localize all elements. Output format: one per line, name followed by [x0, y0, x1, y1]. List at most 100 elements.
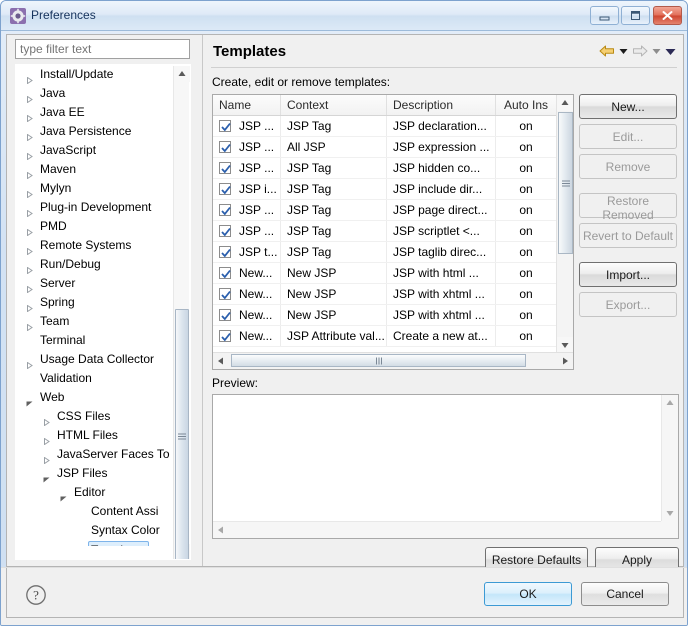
revert-to-default-button: Revert to Default: [579, 223, 677, 248]
tree-item-templates[interactable]: Templates: [16, 540, 175, 546]
tree-item-label: JavaServer Faces To: [57, 445, 170, 464]
tree-item-javaserver-faces-to[interactable]: JavaServer Faces To: [16, 445, 175, 464]
chevron-right-icon[interactable]: [26, 223, 33, 230]
chevron-right-icon[interactable]: [26, 242, 33, 249]
chevron-right-icon[interactable]: [26, 318, 33, 325]
table-row[interactable]: JSP ...All JSPJSP expression ...on: [213, 137, 557, 158]
back-dropdown-icon[interactable]: [618, 43, 629, 59]
preview-scroll-down-icon[interactable]: [662, 505, 678, 521]
tree-item-web[interactable]: Web: [16, 388, 175, 407]
forward-dropdown-icon[interactable]: [651, 43, 662, 59]
preview-scroll-left-icon[interactable]: [213, 522, 229, 538]
chevron-right-icon[interactable]: [26, 299, 33, 306]
chevron-right-icon[interactable]: [26, 204, 33, 211]
chevron-right-icon[interactable]: [26, 128, 33, 135]
table-row[interactable]: New...JSP Attribute val...Create a new a…: [213, 326, 557, 347]
tree-item-javascript[interactable]: JavaScript: [16, 141, 175, 160]
import-button[interactable]: Import...: [579, 262, 677, 287]
tree-item-css-files[interactable]: CSS Files: [16, 407, 175, 426]
chevron-down-icon[interactable]: [60, 489, 67, 496]
table-horizontal-scrollbar[interactable]: [213, 352, 573, 369]
tree-scroll-up-icon[interactable]: [174, 66, 190, 82]
tree-items-container: Install/UpdateJavaJava EEJava Persistenc…: [16, 65, 175, 546]
tree-item-editor[interactable]: Editor: [16, 483, 175, 502]
tree-item-maven[interactable]: Maven: [16, 160, 175, 179]
chevron-right-icon[interactable]: [26, 280, 33, 287]
tree-item-java[interactable]: Java: [16, 84, 175, 103]
cell-context: JSP Tag: [281, 221, 387, 241]
chevron-right-icon[interactable]: [26, 109, 33, 116]
table-row[interactable]: JSP t...JSP TagJSP taglib direc...on: [213, 242, 557, 263]
column-header-name[interactable]: Name: [213, 95, 281, 115]
tree-item-label: Java EE: [40, 103, 85, 122]
table-scroll-up-icon[interactable]: [557, 95, 573, 111]
chevron-right-icon[interactable]: [26, 90, 33, 97]
cancel-button[interactable]: Cancel: [581, 582, 669, 606]
column-header-context[interactable]: Context: [281, 95, 387, 115]
view-menu-icon[interactable]: [664, 43, 677, 59]
column-header-description[interactable]: Description: [387, 95, 496, 115]
minimize-button[interactable]: [590, 6, 619, 25]
back-arrow-icon[interactable]: [598, 43, 616, 59]
tree-item-html-files[interactable]: HTML Files: [16, 426, 175, 445]
tree-item-pmd[interactable]: PMD: [16, 217, 175, 236]
forward-arrow-icon[interactable]: [631, 43, 649, 59]
tree-vertical-scrollbar[interactable]: [173, 66, 189, 560]
preview-scroll-up-icon[interactable]: [662, 395, 678, 411]
tree-item-team[interactable]: Team: [16, 312, 175, 331]
chevron-down-icon[interactable]: [26, 394, 33, 401]
table-row[interactable]: New...New JSPJSP with html ...on: [213, 263, 557, 284]
table-scroll-right-icon[interactable]: [557, 353, 573, 369]
new-button[interactable]: New...: [579, 94, 677, 119]
preview-horizontal-scrollbar[interactable]: [213, 521, 678, 538]
table-row[interactable]: JSP ...JSP TagJSP hidden co...on: [213, 158, 557, 179]
table-row[interactable]: JSP ...JSP TagJSP scriptlet <...on: [213, 221, 557, 242]
table-row[interactable]: New...New JSPJSP with xhtml ...on: [213, 305, 557, 326]
tree-item-server[interactable]: Server: [16, 274, 175, 293]
chevron-right-icon[interactable]: [26, 356, 33, 363]
filter-input[interactable]: [15, 39, 190, 59]
tree-item-remote-systems[interactable]: Remote Systems: [16, 236, 175, 255]
tree-item-jsp-files[interactable]: JSP Files: [16, 464, 175, 483]
ok-button[interactable]: OK: [484, 582, 572, 606]
table-row[interactable]: New...New JSPJSP with xhtml ...on: [213, 284, 557, 305]
restore-removed-button: Restore Removed: [579, 193, 677, 218]
table-row[interactable]: JSP ...JSP TagJSP page direct...on: [213, 200, 557, 221]
tree-item-label: Java Persistence: [40, 122, 131, 141]
tree-item-install-update[interactable]: Install/Update: [16, 65, 175, 84]
tree-item-spring[interactable]: Spring: [16, 293, 175, 312]
close-button[interactable]: [653, 6, 682, 25]
table-scrollbar-thumb[interactable]: [558, 112, 573, 254]
table-row[interactable]: JSP ...JSP TagJSP declaration...on: [213, 116, 557, 137]
preview-vertical-scrollbar[interactable]: [661, 395, 678, 521]
chevron-right-icon[interactable]: [26, 185, 33, 192]
chevron-down-icon[interactable]: [43, 470, 50, 477]
chevron-right-icon[interactable]: [43, 413, 50, 420]
tree-item-plug-in-development[interactable]: Plug-in Development: [16, 198, 175, 217]
table-hscroll-thumb[interactable]: [231, 354, 526, 367]
tree-item-validation[interactable]: Validation: [16, 369, 175, 388]
chevron-right-icon[interactable]: [26, 261, 33, 268]
chevron-right-icon[interactable]: [26, 71, 33, 78]
table-row[interactable]: JSP i...JSP TagJSP include dir...on: [213, 179, 557, 200]
chevron-right-icon[interactable]: [26, 166, 33, 173]
tree-item-usage-data-collector[interactable]: Usage Data Collector: [16, 350, 175, 369]
tree-item-syntax-color[interactable]: Syntax Color: [16, 521, 175, 540]
chevron-right-icon[interactable]: [26, 147, 33, 154]
tree-item-run-debug[interactable]: Run/Debug: [16, 255, 175, 274]
chevron-right-icon[interactable]: [43, 451, 50, 458]
table-vertical-scrollbar[interactable]: [556, 95, 573, 353]
help-icon[interactable]: ?: [25, 584, 47, 606]
tree-item-terminal[interactable]: Terminal: [16, 331, 175, 350]
tree-item-mylyn[interactable]: Mylyn: [16, 179, 175, 198]
tree-item-java-ee[interactable]: Java EE: [16, 103, 175, 122]
tree-item-java-persistence[interactable]: Java Persistence: [16, 122, 175, 141]
table-scroll-left-icon[interactable]: [213, 353, 229, 369]
cell-auto-insert: on: [496, 137, 557, 157]
chevron-right-icon[interactable]: [43, 432, 50, 439]
table-scroll-down-icon[interactable]: [557, 337, 573, 353]
column-header-auto-ins[interactable]: Auto Ins: [496, 95, 557, 115]
tree-scrollbar-thumb[interactable]: [175, 309, 189, 560]
maximize-button[interactable]: [621, 6, 650, 25]
tree-item-content-assi[interactable]: Content Assi: [16, 502, 175, 521]
